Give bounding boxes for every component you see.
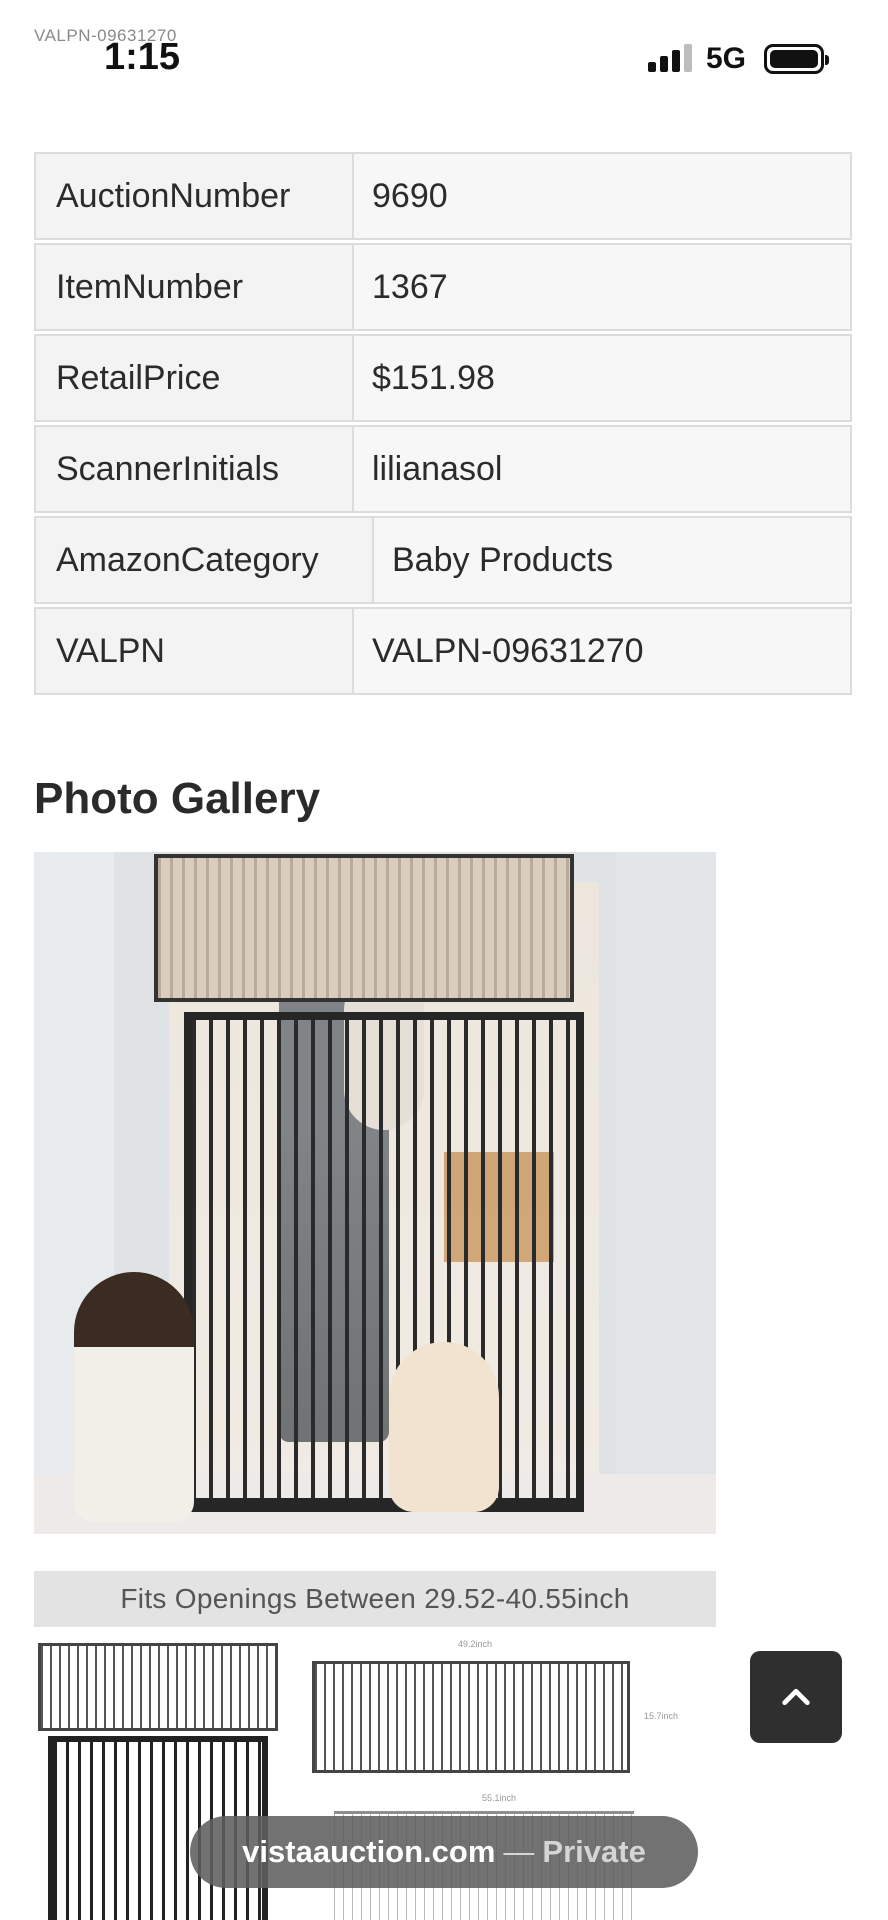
signal-icon <box>648 44 692 72</box>
table-value: 9690 <box>354 154 850 238</box>
table-value: VALPN-09631270 <box>354 609 850 693</box>
table-value: 1367 <box>354 245 850 329</box>
table-value: lilianasol <box>354 427 850 511</box>
table-key: AuctionNumber <box>36 154 354 238</box>
url-domain: vistaauction.com <box>242 1834 496 1869</box>
item-info-table: AuctionNumber 9690 ItemNumber 1367 Retai… <box>34 152 852 698</box>
private-mode-label: Private <box>542 1834 646 1869</box>
battery-icon <box>764 44 829 74</box>
table-row: AmazonCategory Baby Products <box>34 516 852 604</box>
table-row: ItemNumber 1367 <box>34 243 852 331</box>
table-key: ItemNumber <box>36 245 354 329</box>
table-value: Baby Products <box>374 518 850 602</box>
table-value: $151.98 <box>354 336 850 420</box>
network-label: 5G <box>706 42 747 75</box>
table-row: RetailPrice $151.98 <box>34 334 852 422</box>
fits-openings-banner: Fits Openings Between 29.52-40.55inch <box>34 1571 716 1627</box>
table-key: ScannerInitials <box>36 427 354 511</box>
gallery-photo-baby-gate[interactable] <box>34 852 716 1534</box>
table-row: VALPN VALPN-09631270 <box>34 607 852 695</box>
status-bar: VALPN-09631270 1:15 5G <box>0 0 888 100</box>
dimension-label: 55.1inch <box>482 1793 517 1803</box>
url-separator: — <box>503 1834 535 1869</box>
dimension-label: 15.7inch <box>644 1711 679 1721</box>
dimension-label: 49.2inch <box>458 1639 493 1649</box>
table-key: RetailPrice <box>36 336 354 420</box>
table-key: VALPN <box>36 609 354 693</box>
back-to-top-button[interactable] <box>750 1651 842 1743</box>
gallery-title: Photo Gallery <box>34 774 321 823</box>
table-row: ScannerInitials lilianasol <box>34 425 852 513</box>
table-row: AuctionNumber 9690 <box>34 152 852 240</box>
status-time: 1:15 <box>104 36 181 78</box>
chevron-up-icon <box>782 1688 810 1706</box>
address-bar[interactable]: vistaauction.com — Private <box>190 1816 698 1888</box>
table-key: AmazonCategory <box>36 518 374 602</box>
